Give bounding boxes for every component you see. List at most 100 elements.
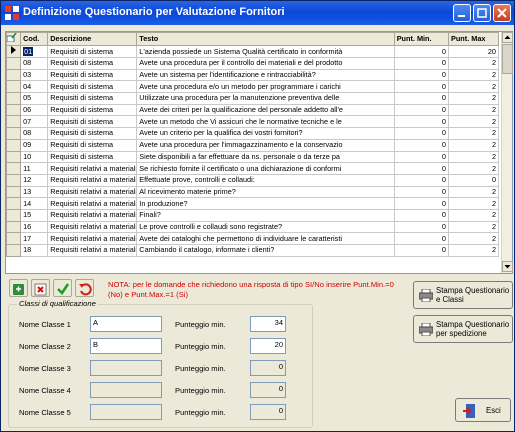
cell-code[interactable]: 14 [20,197,49,210]
cell-max-score[interactable]: 2 [447,127,500,140]
cell-min-score[interactable]: 0 [393,80,449,94]
table-row[interactable]: 06 Requisiti di sistema Avete dei criteri … [5,103,500,117]
min-score-input[interactable]: 0 [250,404,286,420]
undo-button[interactable] [75,279,94,297]
print-questionnaire-classes-button[interactable]: Stampa Questionario e Classi [413,281,513,309]
table-row[interactable]: 04 Requisiti di sistema Avete una procedur… [5,80,500,94]
cell-description[interactable]: Requisiti relativi a materiali/p [47,173,138,187]
cell-description[interactable]: Requisiti relativi a materiali/p [47,244,138,257]
scroll-down-button[interactable] [502,261,513,272]
cell-code[interactable]: 12 [20,173,49,187]
class-name-input[interactable]: B [90,338,162,354]
cell-code[interactable]: 17 [20,232,49,245]
cell-max-score[interactable]: 2 [447,80,500,94]
cell-text[interactable]: Avete un metodo che Vi assicuri che le n… [136,115,395,129]
row-indicator[interactable] [5,80,22,94]
cell-description[interactable]: Requisiti di sistema [47,92,138,105]
cell-code[interactable]: 04 [20,80,49,94]
cell-min-score[interactable]: 0 [393,244,449,257]
confirm-button[interactable] [53,279,72,297]
cell-code[interactable]: 07 [20,115,49,129]
cell-description[interactable]: Requisiti di sistema [47,127,138,140]
cell-code[interactable]: 09 [20,138,49,152]
class-name-input[interactable] [90,382,162,398]
cell-min-score[interactable]: 0 [393,150,449,164]
cell-code[interactable]: 15 [20,208,49,222]
cell-description[interactable]: Requisiti relativi a materiali/p [47,232,138,245]
table-row[interactable]: 13 Requisiti relativi a materiali/p Al ric… [5,185,500,199]
table-row[interactable]: 12 Requisiti relativi a materiali/p Effett… [5,173,500,187]
row-indicator[interactable] [5,138,22,152]
row-indicator[interactable] [5,232,22,245]
col-header-description[interactable]: Descrizione [47,32,138,46]
cell-description[interactable]: Requisiti di sistema [47,68,138,82]
row-indicator[interactable] [5,68,22,82]
col-header-min-score[interactable]: Punt. Min. [393,32,449,46]
table-row[interactable]: 10 Requisiti di sistema Siete disponibili … [5,150,500,164]
cell-min-score[interactable]: 0 [393,68,449,82]
cell-min-score[interactable]: 0 [393,162,449,175]
scroll-up-button[interactable] [502,32,513,43]
add-record-button[interactable] [9,279,28,297]
cell-description[interactable]: Requisiti di sistema [47,150,138,164]
row-indicator[interactable] [5,150,22,164]
row-indicator[interactable] [5,185,22,199]
cell-text[interactable]: Avete dei criteri per la qualificazione … [136,103,395,117]
cell-description[interactable]: Requisiti di sistema [47,45,138,58]
cell-text[interactable]: Avete un criterio per la qualifica dei v… [136,127,395,140]
row-indicator[interactable] [5,115,22,129]
scroll-thumb[interactable] [502,44,513,74]
exit-button[interactable]: Esci [455,398,511,422]
cell-min-score[interactable]: 0 [393,185,449,199]
class-name-input[interactable]: A [90,316,162,332]
table-row[interactable]: 17 Requisiti relativi a materiali/p Avete … [5,232,500,245]
table-row[interactable]: 14 Requisiti relativi a materiali/p In pro… [5,197,500,210]
table-row[interactable]: 07 Requisiti di sistema Avete un metodo ch… [5,115,500,129]
cell-text[interactable]: L'azienda possiede un Sistema Qualità ce… [136,45,395,58]
cell-max-score[interactable]: 2 [447,92,500,105]
cell-code[interactable]: 01 [20,45,49,58]
cell-code[interactable]: 18 [20,244,49,257]
min-score-input[interactable]: 0 [250,360,286,376]
cell-text[interactable]: Avete una procedura per il controllo dei… [136,57,395,70]
cell-text[interactable]: In produzione? [136,197,395,210]
row-indicator[interactable] [5,127,22,140]
cell-min-score[interactable]: 0 [393,103,449,117]
row-indicator[interactable] [5,244,22,257]
class-name-input[interactable] [90,404,162,420]
min-score-input[interactable]: 34 [250,316,286,332]
cell-min-score[interactable]: 0 [393,57,449,70]
row-indicator[interactable] [5,103,22,117]
cell-max-score[interactable]: 2 [447,138,500,152]
cell-code[interactable]: 16 [20,220,49,234]
cell-code[interactable]: 08 [20,57,49,70]
cell-description[interactable]: Requisiti relativi a materiali/p [47,220,138,234]
cell-code[interactable]: 05 [20,92,49,105]
cell-description[interactable]: Requisiti relativi a materiali/p [47,185,138,199]
close-button[interactable] [493,4,511,22]
cell-description[interactable]: Requisiti relativi a materiali/p [47,162,138,175]
col-header-code[interactable]: Cod. [20,32,49,46]
cell-text[interactable]: Avete dei cataloghi che permettono di in… [136,232,395,245]
cell-max-score[interactable]: 2 [447,197,500,210]
table-row[interactable]: 18 Requisiti relativi a materiali/p Cambia… [5,244,500,257]
cell-max-score[interactable]: 2 [447,162,500,175]
table-row[interactable]: 01 Requisiti di sistema L'azienda possiede… [5,45,500,58]
cell-code[interactable]: 10 [20,150,49,164]
print-questionnaire-shipping-button[interactable]: Stampa Questionario per spedizione [413,315,513,343]
cell-description[interactable]: Requisiti di sistema [47,103,138,117]
cell-max-score[interactable]: 2 [447,68,500,82]
cell-max-score[interactable]: 2 [447,232,500,245]
cell-text[interactable]: Cambiando il catalogo, informate i clien… [136,244,395,257]
cell-description[interactable]: Requisiti relativi a materiali/p [47,208,138,222]
cell-max-score[interactable]: 2 [447,244,500,257]
class-name-input[interactable] [90,360,162,376]
row-indicator[interactable] [5,57,22,70]
grid-vertical-scrollbar[interactable] [501,32,513,273]
cell-min-score[interactable]: 0 [393,232,449,245]
col-header-text[interactable]: Testo [136,32,395,46]
cell-description[interactable]: Requisiti relativi a materiali/p [47,197,138,210]
cell-min-score[interactable]: 0 [393,127,449,140]
cell-min-score[interactable]: 0 [393,197,449,210]
row-indicator[interactable] [5,92,22,105]
